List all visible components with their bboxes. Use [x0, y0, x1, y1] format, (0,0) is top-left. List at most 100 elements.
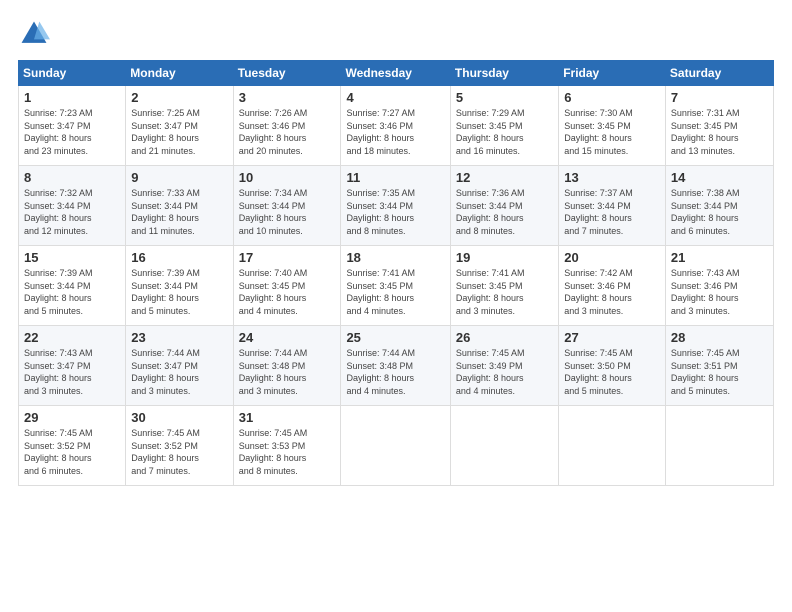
- day-number: 21: [671, 250, 768, 265]
- calendar-cell: 11 Sunrise: 7:35 AMSunset: 3:44 PMDayligh…: [341, 166, 450, 246]
- day-info: Sunrise: 7:23 AMSunset: 3:47 PMDaylight:…: [24, 107, 120, 157]
- calendar-cell: [559, 406, 666, 486]
- calendar: SundayMondayTuesdayWednesdayThursdayFrid…: [18, 60, 774, 486]
- day-info: Sunrise: 7:39 AMSunset: 3:44 PMDaylight:…: [131, 267, 227, 317]
- day-number: 23: [131, 330, 227, 345]
- calendar-cell: 23 Sunrise: 7:44 AMSunset: 3:47 PMDayligh…: [126, 326, 233, 406]
- calendar-cell: 10 Sunrise: 7:34 AMSunset: 3:44 PMDayligh…: [233, 166, 341, 246]
- day-number: 25: [346, 330, 444, 345]
- day-number: 7: [671, 90, 768, 105]
- day-number: 2: [131, 90, 227, 105]
- day-number: 13: [564, 170, 660, 185]
- calendar-cell: 20 Sunrise: 7:42 AMSunset: 3:46 PMDayligh…: [559, 246, 666, 326]
- day-info: Sunrise: 7:35 AMSunset: 3:44 PMDaylight:…: [346, 187, 444, 237]
- day-number: 29: [24, 410, 120, 425]
- calendar-cell: 31 Sunrise: 7:45 AMSunset: 3:53 PMDayligh…: [233, 406, 341, 486]
- day-number: 12: [456, 170, 553, 185]
- calendar-cell: 7 Sunrise: 7:31 AMSunset: 3:45 PMDaylight…: [665, 86, 773, 166]
- day-info: Sunrise: 7:44 AMSunset: 3:48 PMDaylight:…: [346, 347, 444, 397]
- day-info: Sunrise: 7:45 AMSunset: 3:53 PMDaylight:…: [239, 427, 336, 477]
- weekday-header-row: SundayMondayTuesdayWednesdayThursdayFrid…: [19, 61, 774, 86]
- day-number: 30: [131, 410, 227, 425]
- calendar-cell: 19 Sunrise: 7:41 AMSunset: 3:45 PMDayligh…: [450, 246, 558, 326]
- calendar-cell: 29 Sunrise: 7:45 AMSunset: 3:52 PMDayligh…: [19, 406, 126, 486]
- calendar-cell: [665, 406, 773, 486]
- calendar-cell: 3Sunrise: 7:26 AMSunset: 3:46 PMDaylight…: [233, 86, 341, 166]
- calendar-cell: 16 Sunrise: 7:39 AMSunset: 3:44 PMDayligh…: [126, 246, 233, 326]
- calendar-cell: 27 Sunrise: 7:45 AMSunset: 3:50 PMDayligh…: [559, 326, 666, 406]
- day-info: Sunrise: 7:27 AMSunset: 3:46 PMDaylight:…: [346, 107, 444, 157]
- day-info: Sunrise: 7:43 AMSunset: 3:46 PMDaylight:…: [671, 267, 768, 317]
- day-info: Sunrise: 7:37 AMSunset: 3:44 PMDaylight:…: [564, 187, 660, 237]
- weekday-header: Wednesday: [341, 61, 450, 86]
- general-blue-icon: [18, 18, 50, 50]
- calendar-cell: 5Sunrise: 7:29 AMSunset: 3:45 PMDaylight…: [450, 86, 558, 166]
- day-info: Sunrise: 7:41 AMSunset: 3:45 PMDaylight:…: [456, 267, 553, 317]
- day-number: 17: [239, 250, 336, 265]
- day-info: Sunrise: 7:33 AMSunset: 3:44 PMDaylight:…: [131, 187, 227, 237]
- day-info: Sunrise: 7:31 AMSunset: 3:45 PMDaylight:…: [671, 107, 768, 157]
- calendar-cell: 18 Sunrise: 7:41 AMSunset: 3:45 PMDayligh…: [341, 246, 450, 326]
- weekday-header: Monday: [126, 61, 233, 86]
- calendar-cell: 2 Sunrise: 7:25 AMSunset: 3:47 PMDaylight…: [126, 86, 233, 166]
- day-info: Sunrise: 7:45 AMSunset: 3:50 PMDaylight:…: [564, 347, 660, 397]
- weekday-header: Tuesday: [233, 61, 341, 86]
- day-number: 26: [456, 330, 553, 345]
- day-number: 14: [671, 170, 768, 185]
- day-info: Sunrise: 7:41 AMSunset: 3:45 PMDaylight:…: [346, 267, 444, 317]
- day-info: Sunrise: 7:42 AMSunset: 3:46 PMDaylight:…: [564, 267, 660, 317]
- day-info: Sunrise: 7:30 AMSunset: 3:45 PMDaylight:…: [564, 107, 660, 157]
- calendar-cell: 22Sunrise: 7:43 AMSunset: 3:47 PMDayligh…: [19, 326, 126, 406]
- day-info: Sunrise: 7:40 AMSunset: 3:45 PMDaylight:…: [239, 267, 336, 317]
- logo: [18, 18, 56, 50]
- day-number: 1: [24, 90, 120, 105]
- weekday-header: Saturday: [665, 61, 773, 86]
- calendar-week-row: 8Sunrise: 7:32 AMSunset: 3:44 PMDaylight…: [19, 166, 774, 246]
- day-number: 3: [239, 90, 336, 105]
- day-info: Sunrise: 7:36 AMSunset: 3:44 PMDaylight:…: [456, 187, 553, 237]
- day-number: 31: [239, 410, 336, 425]
- day-info: Sunrise: 7:38 AMSunset: 3:44 PMDaylight:…: [671, 187, 768, 237]
- day-number: 15: [24, 250, 120, 265]
- day-info: Sunrise: 7:45 AMSunset: 3:49 PMDaylight:…: [456, 347, 553, 397]
- calendar-cell: 26 Sunrise: 7:45 AMSunset: 3:49 PMDayligh…: [450, 326, 558, 406]
- day-number: 18: [346, 250, 444, 265]
- day-info: Sunrise: 7:44 AMSunset: 3:48 PMDaylight:…: [239, 347, 336, 397]
- day-info: Sunrise: 7:45 AMSunset: 3:51 PMDaylight:…: [671, 347, 768, 397]
- calendar-week-row: 29 Sunrise: 7:45 AMSunset: 3:52 PMDayligh…: [19, 406, 774, 486]
- day-info: Sunrise: 7:29 AMSunset: 3:45 PMDaylight:…: [456, 107, 553, 157]
- day-info: Sunrise: 7:34 AMSunset: 3:44 PMDaylight:…: [239, 187, 336, 237]
- calendar-cell: 17 Sunrise: 7:40 AMSunset: 3:45 PMDayligh…: [233, 246, 341, 326]
- calendar-cell: 9 Sunrise: 7:33 AMSunset: 3:44 PMDaylight…: [126, 166, 233, 246]
- day-info: Sunrise: 7:25 AMSunset: 3:47 PMDaylight:…: [131, 107, 227, 157]
- day-number: 9: [131, 170, 227, 185]
- day-info: Sunrise: 7:44 AMSunset: 3:47 PMDaylight:…: [131, 347, 227, 397]
- day-info: Sunrise: 7:32 AMSunset: 3:44 PMDaylight:…: [24, 187, 120, 237]
- calendar-cell: 14 Sunrise: 7:38 AMSunset: 3:44 PMDayligh…: [665, 166, 773, 246]
- page: SundayMondayTuesdayWednesdayThursdayFrid…: [0, 0, 792, 612]
- calendar-cell: [341, 406, 450, 486]
- day-number: 20: [564, 250, 660, 265]
- day-number: 10: [239, 170, 336, 185]
- calendar-cell: 21 Sunrise: 7:43 AMSunset: 3:46 PMDayligh…: [665, 246, 773, 326]
- calendar-cell: 1 Sunrise: 7:23 AMSunset: 3:47 PMDaylight…: [19, 86, 126, 166]
- calendar-cell: 25 Sunrise: 7:44 AMSunset: 3:48 PMDayligh…: [341, 326, 450, 406]
- day-number: 22: [24, 330, 120, 345]
- day-number: 4: [346, 90, 444, 105]
- day-number: 6: [564, 90, 660, 105]
- day-info: Sunrise: 7:45 AMSunset: 3:52 PMDaylight:…: [131, 427, 227, 477]
- day-number: 27: [564, 330, 660, 345]
- day-number: 16: [131, 250, 227, 265]
- calendar-week-row: 1 Sunrise: 7:23 AMSunset: 3:47 PMDaylight…: [19, 86, 774, 166]
- calendar-week-row: 15 Sunrise: 7:39 AMSunset: 3:44 PMDayligh…: [19, 246, 774, 326]
- calendar-cell: 4 Sunrise: 7:27 AMSunset: 3:46 PMDaylight…: [341, 86, 450, 166]
- day-number: 28: [671, 330, 768, 345]
- calendar-cell: 15Sunrise: 7:39 AMSunset: 3:44 PMDayligh…: [19, 246, 126, 326]
- calendar-cell: 28 Sunrise: 7:45 AMSunset: 3:51 PMDayligh…: [665, 326, 773, 406]
- calendar-cell: 30 Sunrise: 7:45 AMSunset: 3:52 PMDayligh…: [126, 406, 233, 486]
- header: [18, 18, 774, 50]
- day-info: Sunrise: 7:45 AMSunset: 3:52 PMDaylight:…: [24, 427, 120, 477]
- calendar-week-row: 22Sunrise: 7:43 AMSunset: 3:47 PMDayligh…: [19, 326, 774, 406]
- day-number: 11: [346, 170, 444, 185]
- day-number: 19: [456, 250, 553, 265]
